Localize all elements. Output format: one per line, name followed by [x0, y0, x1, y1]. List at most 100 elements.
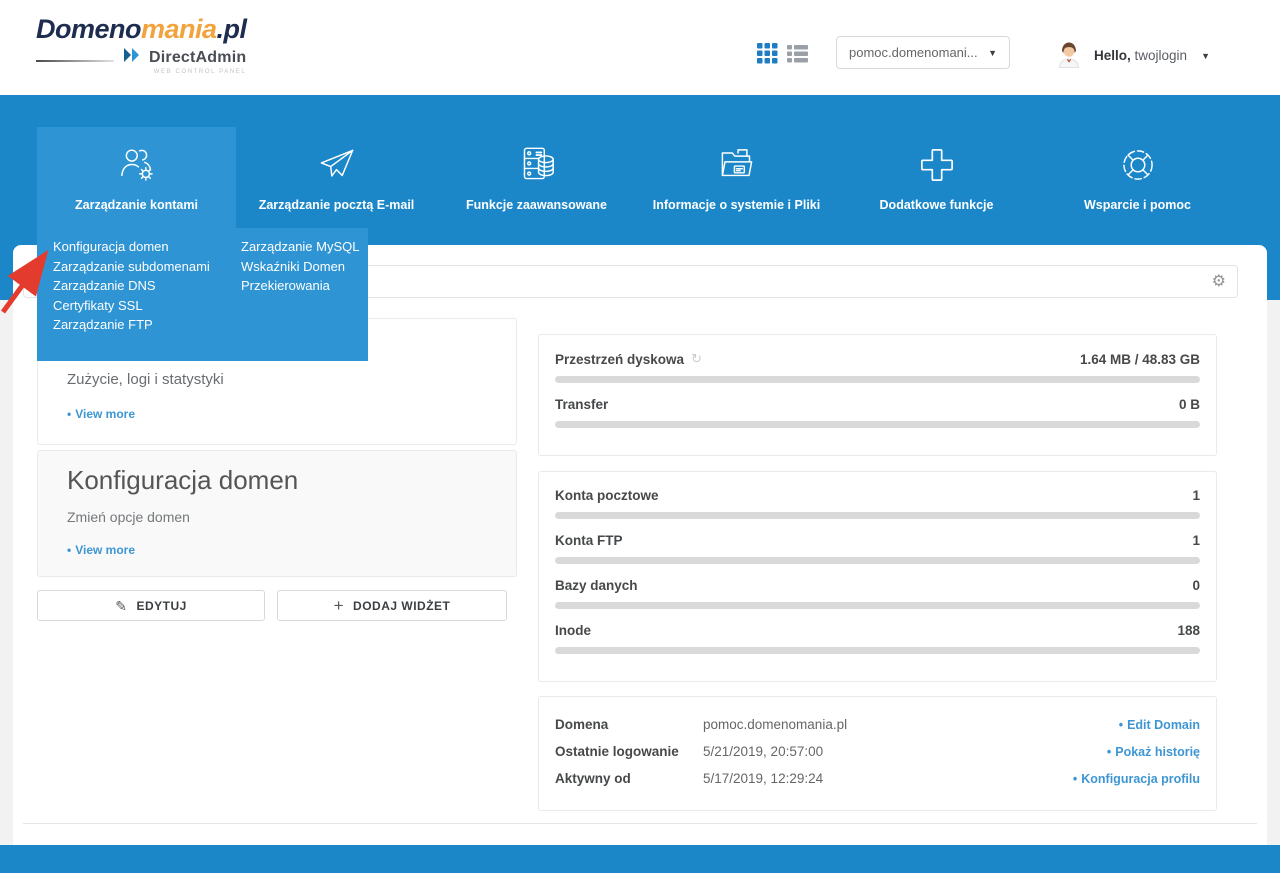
disk-space-stat: Przestrzeń dyskowa ↻ 1.64 MB / 48.83 GB — [555, 351, 1200, 383]
transfer-label: Transfer — [555, 397, 608, 412]
domain-info-card: Domena pomoc.domenomania.pl •Edit Domain… — [538, 696, 1217, 811]
bullet-icon: • — [67, 407, 71, 421]
lifebuoy-icon — [1038, 127, 1237, 189]
add-widget-button-label: DODAJ WIDŻET — [353, 599, 450, 613]
red-annotation-arrow-icon — [0, 246, 58, 318]
last-login-label: Ostatnie logowanie — [555, 744, 695, 759]
bullet-icon: • — [67, 543, 71, 557]
logo-divider-line — [36, 60, 114, 62]
inode-progressbar — [555, 647, 1200, 654]
page: Domenomania.pl DirectAdmin WEB CONTROL P… — [0, 0, 1280, 873]
chevron-down-icon: ▼ — [988, 48, 997, 58]
account-counts-card: Konta pocztowe 1 Konta FTP 1 Bazy danych… — [538, 471, 1217, 682]
active-since-row: Aktywny od 5/17/2019, 12:29:24 • Konfigur… — [555, 771, 1200, 786]
view-more-label: View more — [75, 407, 135, 421]
users-gear-icon — [37, 127, 236, 189]
ftp-accounts-label: Konta FTP — [555, 533, 623, 548]
view-more-link[interactable]: • View more — [67, 407, 135, 421]
profile-config-label: Konfiguracja profilu — [1081, 772, 1200, 786]
databases-value: 0 — [1192, 578, 1200, 593]
ftp-accounts-stat: Konta FTP 1 — [555, 533, 1200, 564]
menu-item-dns-management[interactable]: Zarządzanie DNS — [53, 276, 241, 296]
plus-icon: + — [334, 597, 344, 614]
footer-bar — [0, 845, 1280, 873]
paper-plane-icon — [237, 127, 436, 189]
menu-item-ssl-certificates[interactable]: Certyfikaty SSL — [53, 296, 241, 316]
inode-value: 188 — [1177, 623, 1200, 638]
grid-view-icon[interactable] — [757, 43, 778, 64]
server-database-icon — [437, 127, 636, 189]
nav-item-additional-functions[interactable]: Dodatkowe funkcje — [837, 127, 1036, 240]
inode-stat: Inode 188 — [555, 623, 1200, 654]
brand-logo[interactable]: Domenomania.pl DirectAdmin WEB CONTROL P… — [36, 14, 247, 75]
list-view-icon[interactable] — [787, 43, 808, 64]
brand-name: Domenomania.pl — [36, 14, 247, 45]
domain-value: pomoc.domenomania.pl — [695, 717, 1119, 732]
disk-space-progressbar — [555, 376, 1200, 383]
menu-item-subdomain-management[interactable]: Zarządzanie subdomenami — [53, 257, 241, 277]
brand-part-1: Domeno — [36, 14, 141, 44]
pencil-icon: ✎ — [115, 599, 127, 613]
edit-button-label: EDYTUJ — [136, 599, 186, 613]
menu-item-domain-setup[interactable]: Konfiguracja domen — [53, 237, 241, 257]
active-since-label: Aktywny od — [555, 771, 695, 786]
domain-config-subtitle: Zmień opcje domen — [67, 509, 190, 525]
nav-item-advanced-features[interactable]: Funkcje zaawansowane — [437, 127, 636, 240]
domain-config-card: Konfiguracja domen Zmień opcje domen • Vi… — [37, 450, 517, 577]
gear-icon[interactable]: ⚙ — [1212, 274, 1226, 290]
nav-item-system-info-files[interactable]: Informacje o systemie i Pliki — [637, 127, 836, 240]
menu-item-ftp-management[interactable]: Zarządzanie FTP — [53, 315, 241, 335]
bullet-icon: • — [1107, 745, 1111, 759]
section-divider — [23, 823, 1257, 824]
last-login-value: 5/21/2019, 20:57:00 — [695, 744, 1107, 759]
menu-item-mysql-management[interactable]: Zarządzanie MySQL — [241, 237, 360, 257]
resources-card: Przestrzeń dyskowa ↻ 1.64 MB / 48.83 GB T… — [538, 334, 1217, 456]
profile-config-link[interactable]: • Konfiguracja profilu — [1073, 772, 1200, 786]
email-accounts-progressbar — [555, 512, 1200, 519]
directadmin-chevrons-icon — [123, 47, 145, 68]
ftp-accounts-progressbar — [555, 557, 1200, 564]
databases-label: Bazy danych — [555, 578, 638, 593]
nav-item-email-management[interactable]: Zarządzanie pocztą E-mail — [237, 127, 436, 240]
view-more-label: View more — [75, 543, 135, 557]
greeting-word: Hello, — [1094, 48, 1131, 63]
username: twojlogin — [1135, 48, 1188, 63]
edit-domain-label: Edit Domain — [1127, 718, 1200, 732]
disk-space-value: 1.64 MB / 48.83 GB — [1080, 352, 1200, 367]
view-toggle — [757, 43, 808, 64]
edit-button[interactable]: ✎ EDYTUJ — [37, 590, 265, 621]
edit-domain-link[interactable]: •Edit Domain — [1119, 718, 1200, 732]
user-menu[interactable]: Hello, twojlogin ▼ — [1054, 38, 1210, 73]
plus-icon — [837, 127, 1036, 189]
domain-selector-dropdown[interactable]: pomoc.domenomani... ▼ — [836, 36, 1010, 69]
menu-item-redirects[interactable]: Przekierowania — [241, 276, 360, 296]
nav-item-account-management[interactable]: Zarządzanie kontami — [37, 127, 236, 240]
transfer-progressbar — [555, 421, 1200, 428]
show-history-link[interactable]: • Pokaż historię — [1107, 745, 1200, 759]
nav-item-support-help[interactable]: Wsparcie i pomoc — [1038, 127, 1237, 240]
inode-label: Inode — [555, 623, 591, 638]
bullet-icon: • — [1073, 772, 1077, 786]
brand-part-2: mania — [141, 14, 217, 44]
view-more-link[interactable]: • View more — [67, 543, 135, 557]
refresh-icon[interactable]: ↻ — [691, 351, 702, 367]
nav-label: Dodatkowe funkcje — [837, 198, 1036, 212]
nav-label: Funkcje zaawansowane — [437, 198, 636, 212]
domain-label: Domena — [555, 717, 695, 732]
brand-part-3: .pl — [217, 14, 247, 44]
domain-config-title: Konfiguracja domen — [67, 465, 298, 496]
active-since-value: 5/17/2019, 12:29:24 — [695, 771, 1073, 786]
last-login-row: Ostatnie logowanie 5/21/2019, 20:57:00 •… — [555, 744, 1200, 759]
disk-space-label: Przestrzeń dyskowa — [555, 352, 684, 367]
menu-item-domain-pointers[interactable]: Wskaźniki Domen — [241, 257, 360, 277]
email-accounts-label: Konta pocztowe — [555, 488, 659, 503]
account-management-dropdown: Konfiguracja domen Zarządzanie subdomena… — [37, 228, 368, 361]
show-history-label: Pokaż historię — [1115, 745, 1200, 759]
add-widget-button[interactable]: + DODAJ WIDŻET — [277, 590, 507, 621]
nav-label: Wsparcie i pomoc — [1038, 198, 1237, 212]
ftp-accounts-value: 1 — [1192, 533, 1200, 548]
usage-card-subtitle: Zużycie, logi i statystyki — [67, 371, 224, 388]
databases-stat: Bazy danych 0 — [555, 578, 1200, 609]
domain-selector-value: pomoc.domenomani... — [849, 45, 978, 60]
transfer-value: 0 B — [1179, 397, 1200, 412]
